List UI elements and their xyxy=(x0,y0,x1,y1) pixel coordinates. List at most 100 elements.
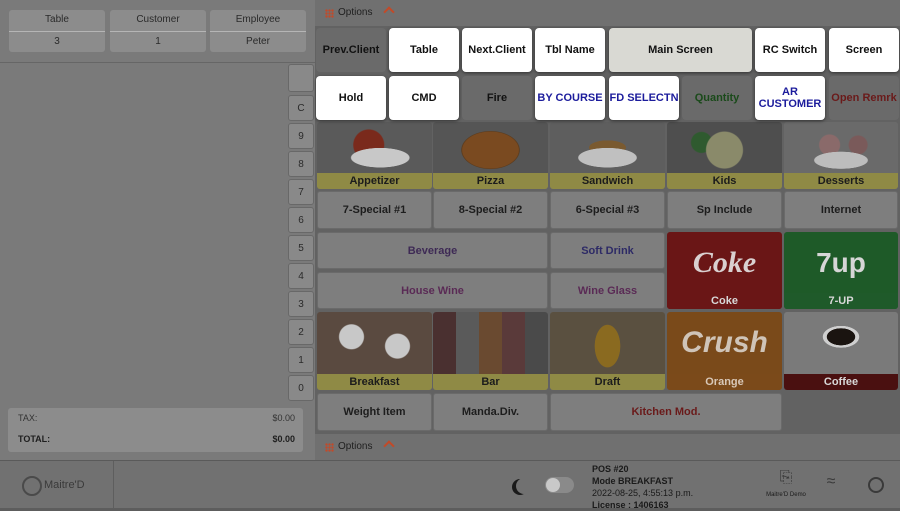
desserts-image xyxy=(784,122,898,173)
rc-switch-button[interactable]: RC Switch xyxy=(755,28,825,72)
bar-label: Bar xyxy=(433,374,548,390)
table-button[interactable]: Table xyxy=(389,28,459,72)
breakfast-tile[interactable]: Breakfast xyxy=(317,312,432,390)
numpad-5[interactable]: 5 xyxy=(288,235,314,261)
bar-tile[interactable]: Bar xyxy=(433,312,548,390)
order-list[interactable] xyxy=(0,62,315,402)
wine-glass-button[interactable]: Wine Glass xyxy=(550,272,665,309)
coffee-tile[interactable]: Coffee xyxy=(784,312,898,390)
pos-info: POS #20 Mode BREAKFAST 2022-08-25, 4:55:… xyxy=(592,463,693,511)
dark-mode-toggle[interactable] xyxy=(545,477,574,493)
numpad-8[interactable]: 8 xyxy=(288,151,314,177)
fire-button[interactable]: Fire xyxy=(462,76,532,120)
desserts-tile[interactable]: Desserts xyxy=(784,122,898,189)
employee-info[interactable]: Employee Peter xyxy=(210,10,306,52)
main-screen-button[interactable]: Main Screen xyxy=(609,28,752,72)
quantity-button[interactable]: Quantity xyxy=(682,76,752,120)
screen-button[interactable]: Screen xyxy=(829,28,899,72)
customer-value: 1 xyxy=(155,36,161,47)
pos-number: POS #20 xyxy=(592,464,629,474)
cmd-button[interactable]: CMD xyxy=(389,76,459,120)
numpad-clear[interactable]: C xyxy=(288,95,314,121)
pos-mode: Mode BREAKFAST xyxy=(592,476,673,486)
tbl-name-button[interactable]: Tbl Name xyxy=(535,28,605,72)
bar-image xyxy=(433,312,548,374)
coke-label: Coke xyxy=(667,293,782,309)
table-info[interactable]: Table 3 xyxy=(9,10,105,52)
by-course-button[interactable]: BY COURSE xyxy=(535,76,605,120)
appetizer-tile[interactable]: Appetizer xyxy=(317,122,432,189)
pos-license: License : 1406163 xyxy=(592,500,669,510)
numpad-9[interactable]: 9 xyxy=(288,123,314,149)
prev-client-button[interactable]: Prev.Client xyxy=(316,28,386,72)
coffee-image xyxy=(784,312,898,374)
draft-image xyxy=(550,312,665,374)
breakfast-label: Breakfast xyxy=(317,374,432,390)
numpad-0[interactable]: 0 xyxy=(288,375,314,401)
numpad-1[interactable]: 1 xyxy=(288,347,314,373)
sandwich-tile[interactable]: Sandwich xyxy=(550,122,665,189)
draft-label: Draft xyxy=(550,374,665,390)
draft-tile[interactable]: Draft xyxy=(550,312,665,390)
pizza-tile[interactable]: Pizza xyxy=(433,122,548,189)
7up-tile[interactable]: 7up 7-UP xyxy=(784,232,898,309)
maitred-logo-icon xyxy=(22,476,42,496)
next-client-button[interactable]: Next.Client xyxy=(462,28,532,72)
7up-logo: 7up xyxy=(816,246,866,278)
status-bar: Maitre'D POS #20 Mode BREAKFAST 2022-08-… xyxy=(0,460,900,511)
wifi-icon: ≈ xyxy=(826,473,836,490)
table-value: 3 xyxy=(54,36,60,47)
options-bar-top[interactable]: Options xyxy=(315,0,900,26)
numpad-4[interactable]: 4 xyxy=(288,263,314,289)
numpad-6[interactable]: 6 xyxy=(288,207,314,233)
house-wine-button[interactable]: House Wine xyxy=(317,272,548,309)
numpad-7[interactable]: 7 xyxy=(288,179,314,205)
pizza-label: Pizza xyxy=(433,173,548,189)
employee-label: Employee xyxy=(235,14,281,25)
sandwich-image xyxy=(550,122,665,173)
orange-label: Orange xyxy=(667,374,782,390)
demo-label: Maitre'D Demo xyxy=(766,492,806,498)
numpad-blank[interactable] xyxy=(288,64,314,92)
printer-icon[interactable]: ⎘ xyxy=(762,469,810,487)
chevron-up-icon[interactable] xyxy=(383,6,395,18)
coke-tile[interactable]: Coke Coke xyxy=(667,232,782,309)
appetizer-image xyxy=(317,122,432,173)
soft-drink-button[interactable]: Soft Drink xyxy=(550,232,665,269)
numpad-2[interactable]: 2 xyxy=(288,319,314,345)
special-1-button[interactable]: 7-Special #1 xyxy=(317,191,432,229)
chevron-up-icon-bottom[interactable] xyxy=(383,440,395,452)
maitred-logo[interactable]: Maitre'D xyxy=(0,461,114,509)
total-value: $0.00 xyxy=(272,434,295,444)
manda-div-button[interactable]: Manda.Div. xyxy=(433,393,548,431)
kids-tile[interactable]: Kids xyxy=(667,122,782,189)
special-3-button[interactable]: 6-Special #3 xyxy=(550,191,665,229)
orange-logo: Crush xyxy=(681,326,768,359)
power-icon[interactable] xyxy=(868,477,884,493)
sp-include-button[interactable]: Sp Include xyxy=(667,191,782,229)
fd-selectn-button[interactable]: FD SELECTN xyxy=(609,76,679,120)
breakfast-image xyxy=(317,312,432,374)
appetizer-label: Appetizer xyxy=(317,173,432,189)
customer-info[interactable]: Customer 1 xyxy=(110,10,206,52)
weight-item-button[interactable]: Weight Item xyxy=(317,393,432,431)
internet-button[interactable]: Internet xyxy=(784,191,898,229)
special-2-button[interactable]: 8-Special #2 xyxy=(433,191,548,229)
kitchen-mod-button[interactable]: Kitchen Mod. xyxy=(550,393,782,431)
orange-tile[interactable]: Crush Orange xyxy=(667,312,782,390)
kids-label: Kids xyxy=(667,173,782,189)
kids-image xyxy=(667,122,782,173)
hold-button[interactable]: Hold xyxy=(316,76,386,120)
ar-customer-button[interactable]: AR CUSTOMER xyxy=(755,76,825,120)
tax-label: TAX: xyxy=(18,413,38,423)
options-bar-bottom[interactable]: Options xyxy=(315,434,900,460)
toggle-knob xyxy=(546,478,560,492)
options-label: Options xyxy=(338,7,373,18)
sandwich-label: Sandwich xyxy=(550,173,665,189)
grid-icon xyxy=(325,9,334,18)
desserts-label: Desserts xyxy=(784,173,898,189)
open-remark-button[interactable]: Open Remrk xyxy=(829,76,899,120)
beverage-button[interactable]: Beverage xyxy=(317,232,548,269)
pizza-image xyxy=(433,122,548,173)
numpad-3[interactable]: 3 xyxy=(288,291,314,317)
